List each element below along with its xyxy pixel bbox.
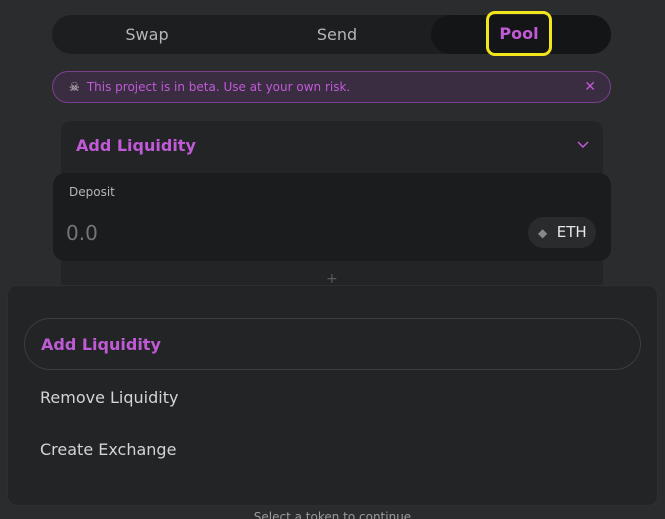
footer-hint: Select a token to continue [253, 510, 412, 519]
menu-item-add-liquidity[interactable]: Add Liquidity [24, 318, 641, 370]
beta-warning-text: This project is in beta. Use at your own… [86, 80, 351, 94]
token-select-button[interactable]: ◆ ETH [528, 217, 596, 248]
pool-page: Swap Send Pool ☠ This project is in beta… [0, 0, 665, 519]
eth-icon: ◆ [538, 226, 548, 240]
tab-bar: Swap Send Pool [52, 11, 611, 56]
tab-pool[interactable]: Pool [431, 11, 611, 56]
menu-item-remove-liquidity[interactable]: Remove Liquidity [24, 372, 641, 424]
skull-icon: ☠ [69, 80, 80, 94]
mode-select-value: Add Liquidity [76, 136, 196, 155]
token-symbol: ETH [556, 223, 587, 241]
tab-swap[interactable]: Swap [52, 15, 242, 54]
deposit-label: Deposit [69, 185, 115, 199]
tab-send[interactable]: Send [242, 15, 432, 54]
beta-warning-banner: ☠ This project is in beta. Use at your o… [52, 71, 611, 103]
close-icon[interactable]: ✕ [584, 72, 596, 102]
menu-item-create-exchange[interactable]: Create Exchange [24, 424, 641, 476]
tab-pool-label: Pool [486, 11, 552, 56]
deposit-panel: Deposit ◆ ETH [53, 173, 611, 261]
mode-dropdown-menu: Add Liquidity Remove Liquidity Create Ex… [7, 285, 658, 506]
deposit-amount-input[interactable] [66, 219, 466, 247]
mode-select[interactable]: Add Liquidity [61, 121, 603, 173]
chevron-down-icon [577, 141, 589, 149]
